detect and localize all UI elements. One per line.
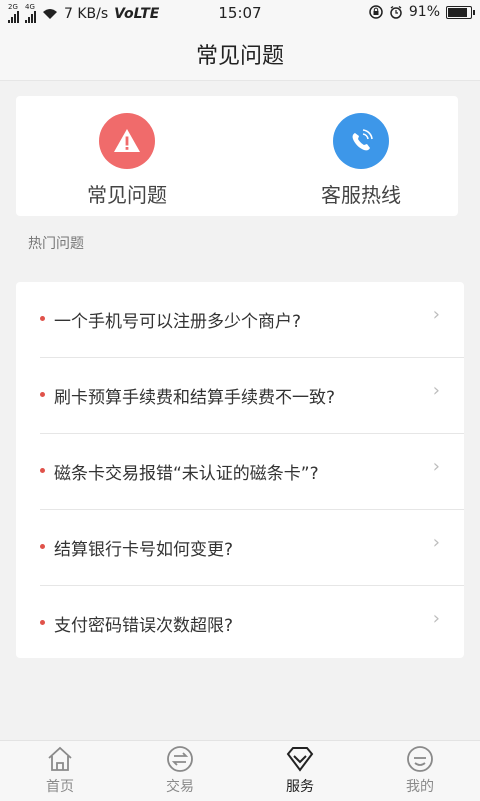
battery-icon	[446, 5, 475, 19]
status-bar: 2G 4G 7 KB/s VoLTE 15:07 91%	[0, 0, 480, 26]
tab-me[interactable]: 我的	[360, 741, 480, 801]
bullet-dot	[40, 392, 45, 397]
faq-item[interactable]: 结算银行卡号如何变更? ›	[40, 509, 464, 585]
chevron-right-icon: ›	[432, 456, 440, 477]
bullet-dot	[40, 620, 45, 625]
hotline-quick-action[interactable]: 客服热线	[261, 113, 461, 208]
faq-item[interactable]: 刷卡预算手续费和结算手续费不一致? ›	[40, 357, 464, 433]
faq-item[interactable]: 支付密码错误次数超限? ›	[40, 585, 464, 661]
tab-me-label: 我的	[406, 779, 434, 795]
lock-rotation-icon	[369, 5, 383, 19]
faq-question: 结算银行卡号如何变更?	[54, 540, 234, 560]
faq-item[interactable]: 一个手机号可以注册多少个商户? ›	[40, 282, 464, 357]
warning-icon	[99, 113, 155, 169]
phone-icon	[333, 113, 389, 169]
tab-home-label: 首页	[46, 779, 74, 795]
chevron-right-icon: ›	[432, 304, 440, 325]
tab-transactions[interactable]: 交易	[120, 741, 240, 801]
transfer-icon	[167, 746, 193, 772]
faq-question: 一个手机号可以注册多少个商户?	[54, 312, 302, 332]
bullet-dot	[40, 316, 45, 321]
tab-service-label: 服务	[286, 779, 314, 795]
hot-questions-title: 热门问题	[28, 236, 84, 252]
status-right: 91%	[369, 4, 475, 20]
faq-question: 刷卡预算手续费和结算手续费不一致?	[54, 388, 336, 408]
navigation-header: 常见问题	[0, 26, 480, 81]
tab-service[interactable]: 服务	[240, 741, 360, 801]
chevron-right-icon: ›	[432, 532, 440, 553]
bottom-tab-bar: 首页 交易 服务 我的	[0, 740, 480, 801]
faq-quick-action[interactable]: 常见问题	[27, 113, 227, 208]
page-title: 常见问题	[195, 44, 284, 69]
bullet-dot	[40, 544, 45, 549]
tab-transactions-label: 交易	[166, 779, 194, 795]
faq-item[interactable]: 磁条卡交易报错“未认证的磁条卡”? ›	[40, 433, 464, 509]
battery-level	[448, 7, 467, 17]
quick-actions-card: 常见问题 客服热线	[16, 96, 458, 216]
chevron-right-icon: ›	[432, 380, 440, 401]
hotline-quick-label: 客服热线	[321, 183, 401, 207]
home-icon	[48, 746, 72, 771]
diamond-icon	[286, 747, 314, 772]
faq-list: 一个手机号可以注册多少个商户? › 刷卡预算手续费和结算手续费不一致? › 磁条…	[16, 282, 464, 658]
battery-percent: 91%	[408, 4, 440, 20]
faq-question: 支付密码错误次数超限?	[54, 616, 234, 636]
tab-home[interactable]: 首页	[0, 741, 120, 801]
faq-quick-label: 常见问题	[87, 183, 167, 207]
bullet-dot	[40, 468, 45, 473]
chevron-right-icon: ›	[432, 608, 440, 629]
alarm-icon	[390, 5, 402, 19]
faq-question: 磁条卡交易报错“未认证的磁条卡”?	[54, 464, 319, 484]
smiley-icon	[407, 746, 433, 772]
